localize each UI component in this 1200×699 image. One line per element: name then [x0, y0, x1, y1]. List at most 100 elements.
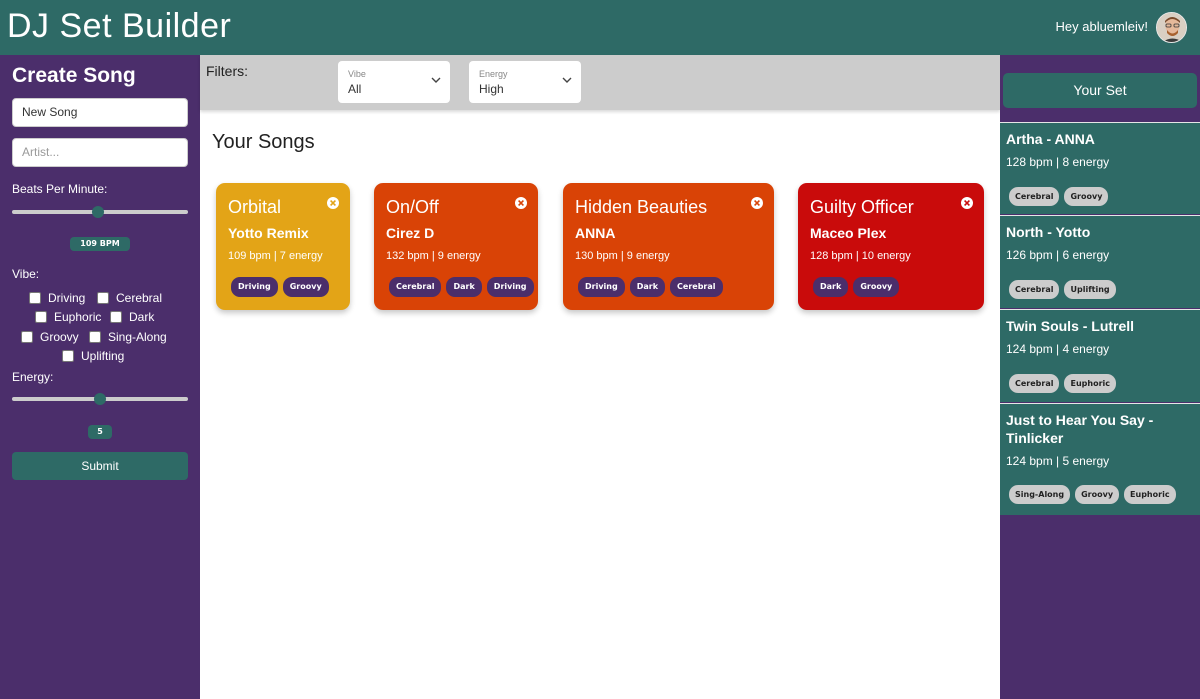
set-item-tags: Cerebral Groovy: [1009, 187, 1109, 206]
close-icon[interactable]: [514, 196, 528, 210]
vibe-tag: Groovy: [1064, 187, 1109, 206]
vibe-tag: Uplifting: [1064, 280, 1116, 299]
checkbox-icon[interactable]: [89, 331, 101, 343]
checkbox-icon[interactable]: [29, 292, 41, 304]
vibe-checkbox-cerebral[interactable]: Cerebral: [97, 291, 162, 305]
song-name-input[interactable]: New Song: [12, 98, 188, 127]
set-item-title: Twin Souls - Lutrell: [1006, 318, 1135, 334]
vibe-checkbox-uplifting[interactable]: Uplifting: [62, 349, 124, 363]
energy-slider[interactable]: [12, 393, 188, 405]
set-item-meta: 126 bpm | 6 energy: [1006, 248, 1110, 262]
energy-label: Energy:: [12, 370, 54, 384]
set-item[interactable]: Twin Souls - Lutrell 124 bpm | 4 energy Ce…: [1000, 309, 1200, 402]
filter-bar: Filters: Vibe All Energy High: [200, 55, 1000, 110]
song-title: Orbital: [228, 197, 282, 217]
vibe-label: Vibe:: [12, 267, 40, 281]
vibe-tag: Driving: [486, 277, 534, 297]
energy-filter-value: High: [479, 82, 504, 96]
set-item[interactable]: North - Yotto 126 bpm | 6 energy Cerebral U…: [1000, 215, 1200, 308]
checkbox-icon[interactable]: [97, 292, 109, 304]
song-title: Hidden Beauties: [575, 197, 708, 217]
checkbox-icon[interactable]: [62, 350, 74, 362]
vibe-checkbox-sing-along[interactable]: Sing-Along: [89, 330, 167, 344]
set-item-meta: 128 bpm | 8 energy: [1006, 155, 1110, 169]
close-icon[interactable]: [960, 196, 974, 210]
set-item[interactable]: Just to Hear You Say - Tinlicker 124 bpm …: [1000, 403, 1200, 515]
vibe-checkbox-euphoric[interactable]: Euphoric: [35, 310, 101, 324]
vibe-checkbox-groovy[interactable]: Groovy: [21, 330, 79, 344]
energy-filter-caption: Energy: [479, 69, 508, 79]
song-card[interactable]: Hidden Beauties ANNA 130 bpm | 9 energy Dri…: [563, 183, 774, 310]
set-item-tags: Cerebral Euphoric: [1009, 374, 1116, 393]
user-avatar[interactable]: [1156, 12, 1187, 43]
song-artist: ANNA: [575, 225, 616, 241]
your-songs-title: Your Songs: [212, 131, 315, 153]
checkbox-icon[interactable]: [110, 311, 122, 323]
vibe-tag: Cerebral: [1009, 374, 1060, 393]
song-tags: Driving Dark Cerebral: [578, 277, 723, 297]
vibe-tag: Groovy: [282, 277, 329, 297]
song-card[interactable]: Guilty Officer Maceo Plex 128 bpm | 10 ene…: [798, 183, 984, 310]
bpm-slider[interactable]: [12, 206, 188, 218]
set-item-tags: Cerebral Uplifting: [1009, 280, 1116, 299]
song-tags: Driving Groovy: [231, 277, 329, 297]
song-artist: Cirez D: [386, 225, 435, 241]
vibe-tag: Dark: [629, 277, 666, 297]
song-meta: 109 bpm | 7 energy: [228, 250, 323, 262]
bpm-slider-thumb[interactable]: [92, 206, 105, 218]
energy-filter-select[interactable]: Energy High: [469, 61, 581, 103]
vibe-filter-select[interactable]: Vibe All: [338, 61, 450, 103]
song-artist: Maceo Plex: [810, 225, 887, 241]
energy-value-badge: 5: [88, 425, 112, 439]
artist-input[interactable]: Artist...: [12, 138, 188, 167]
vibe-tag: Groovy: [1075, 485, 1120, 504]
filters-label: Filters:: [206, 63, 248, 79]
vibe-tag: Dark: [446, 277, 482, 297]
vibe-tag: Cerebral: [1009, 280, 1060, 299]
set-item-title: Just to Hear You Say - Tinlicker: [1006, 412, 1154, 446]
vibe-tag: Euphoric: [1064, 374, 1116, 393]
checkbox-icon[interactable]: [21, 331, 33, 343]
bpm-label: Beats Per Minute:: [12, 182, 108, 196]
song-meta: 128 bpm | 10 energy: [810, 250, 911, 262]
vibe-tag: Driving: [231, 277, 278, 297]
set-item-title: Artha - ANNA: [1006, 131, 1095, 147]
song-meta: 130 bpm | 9 energy: [575, 250, 670, 262]
song-card[interactable]: Orbital Yotto Remix 109 bpm | 7 energy Driv…: [216, 183, 350, 310]
your-set-panel: Your Set Artha - ANNA 128 bpm | 8 energy C…: [1000, 55, 1200, 699]
create-song-panel: Create Song New Song Artist... Beats Per…: [0, 55, 200, 699]
song-meta: 132 bpm | 9 energy: [386, 250, 481, 262]
vibe-tag: Cerebral: [670, 277, 723, 297]
vibe-checkbox-driving[interactable]: Driving: [29, 291, 85, 305]
close-icon[interactable]: [750, 196, 764, 210]
vibe-tag: Euphoric: [1124, 485, 1176, 504]
song-card[interactable]: On/Off Cirez D 132 bpm | 9 energy Cerebral D…: [374, 183, 538, 310]
your-set-button[interactable]: Your Set: [1003, 73, 1197, 108]
bpm-value-badge: 109 BPM: [70, 237, 130, 251]
vibe-tag: Driving: [578, 277, 625, 297]
vibe-tag: Groovy: [853, 277, 900, 297]
vibe-tag: Sing-Along: [1009, 485, 1071, 504]
avatar-icon: [1157, 13, 1186, 42]
vibe-filter-caption: Vibe: [348, 69, 366, 79]
set-item-meta: 124 bpm | 5 energy: [1006, 454, 1110, 468]
song-title: On/Off: [386, 197, 439, 217]
app-title: DJ Set Builder: [7, 7, 232, 45]
set-item[interactable]: Artha - ANNA 128 bpm | 8 energy Cerebral Gr…: [1000, 122, 1200, 214]
user-greeting: Hey abluemleiv!: [1055, 19, 1149, 34]
energy-slider-thumb[interactable]: [94, 393, 106, 405]
chevron-down-icon: [562, 77, 572, 83]
main-content: Filters: Vibe All Energy High Your Songs…: [200, 55, 1000, 699]
vibe-checkbox-dark[interactable]: Dark: [110, 310, 154, 324]
close-icon[interactable]: [326, 196, 340, 210]
checkbox-icon[interactable]: [35, 311, 47, 323]
vibe-filter-value: All: [348, 82, 362, 96]
top-bar: DJ Set Builder Hey abluemleiv!: [0, 0, 1200, 55]
song-title: Guilty Officer: [810, 197, 914, 217]
song-tags: Dark Groovy: [813, 277, 900, 297]
submit-button[interactable]: Submit: [12, 452, 188, 480]
song-tags: Cerebral Dark Driving: [389, 277, 534, 297]
set-item-title: North - Yotto: [1006, 224, 1091, 240]
vibe-tag: Dark: [813, 277, 849, 297]
vibe-tag: Cerebral: [1009, 187, 1060, 206]
